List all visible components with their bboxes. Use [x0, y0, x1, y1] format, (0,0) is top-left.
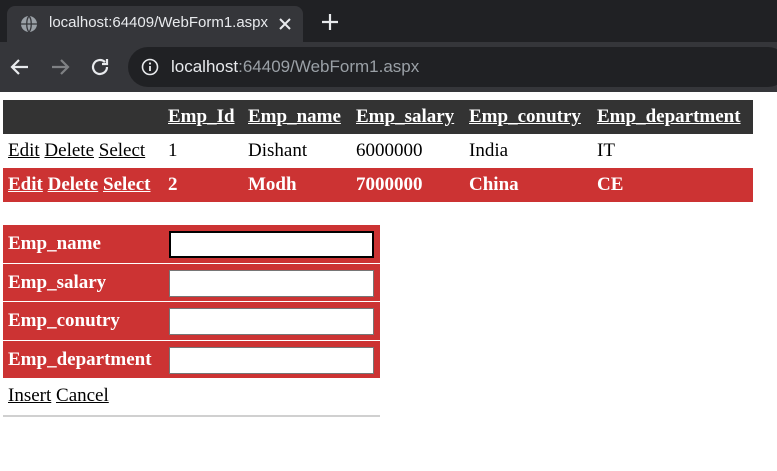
grid-header-row: Emp_Id Emp_name Emp_salary Emp_conutry E… — [3, 100, 753, 134]
tab-strip: localhost:64409/WebForm1.aspx — [0, 0, 777, 42]
form-row-emp-name: Emp_name — [3, 225, 380, 264]
grid-header-actions — [3, 100, 163, 134]
cell-emp-country: India — [469, 140, 509, 161]
browser-tab[interactable]: localhost:64409/WebForm1.aspx — [7, 6, 303, 42]
select-link[interactable]: Select — [103, 174, 150, 195]
form-actions: Insert Cancel — [3, 379, 380, 417]
header-emp-salary[interactable]: Emp_salary — [351, 100, 464, 134]
browser-toolbar: localhost:64409/WebForm1.aspx — [0, 42, 777, 92]
url-text: localhost:64409/WebForm1.aspx — [171, 47, 419, 87]
info-icon[interactable] — [141, 58, 159, 76]
cell-emp-id: 1 — [168, 140, 178, 161]
globe-icon — [21, 15, 37, 33]
cell-emp-id: 2 — [168, 174, 178, 195]
delete-link[interactable]: Delete — [44, 140, 94, 161]
emp-country-label: Emp_conutry — [8, 310, 120, 331]
plus-icon[interactable] — [320, 12, 340, 32]
cell-emp-salary: 7000000 — [356, 174, 423, 195]
edit-link[interactable]: Edit — [8, 140, 40, 161]
insert-link[interactable]: Insert — [8, 385, 51, 406]
delete-link[interactable]: Delete — [48, 174, 99, 195]
cell-emp-name: Modh — [248, 174, 297, 195]
url-path: :64409/WebForm1.aspx — [238, 57, 420, 76]
row-actions: Edit Delete Select — [3, 168, 163, 202]
emp-name-label: Emp_name — [8, 233, 101, 254]
table-row-selected: Edit Delete Select 2 Modh 7000000 China … — [3, 168, 753, 202]
cancel-link[interactable]: Cancel — [56, 385, 109, 406]
header-emp-country[interactable]: Emp_conutry — [464, 100, 592, 134]
row-actions: Edit Delete Select — [3, 134, 163, 168]
emp-department-label: Emp_department — [8, 348, 152, 370]
emp-country-input[interactable] — [169, 308, 374, 335]
emp-department-input[interactable] — [169, 346, 374, 374]
header-emp-id[interactable]: Emp_Id — [163, 100, 243, 134]
cell-emp-salary: 6000000 — [356, 140, 423, 161]
url-host: localhost — [171, 57, 239, 76]
table-row: Edit Delete Select 1 Dishant 6000000 Ind… — [3, 134, 753, 168]
forward-arrow-icon[interactable] — [48, 55, 72, 79]
header-emp-name[interactable]: Emp_name — [243, 100, 351, 134]
page-content: Emp_Id Emp_name Emp_salary Emp_conutry E… — [3, 100, 753, 417]
back-arrow-icon[interactable] — [8, 55, 32, 79]
address-bar[interactable]: localhost:64409/WebForm1.aspx — [128, 47, 777, 87]
cell-emp-name: Dishant — [248, 140, 308, 161]
emp-salary-input[interactable] — [169, 269, 374, 297]
cell-emp-country: China — [469, 174, 519, 195]
emp-name-input[interactable] — [169, 231, 374, 258]
form-row-emp-department: Emp_department — [3, 340, 380, 379]
select-link[interactable]: Select — [99, 140, 145, 161]
edit-link[interactable]: Edit — [8, 174, 43, 195]
close-icon[interactable] — [277, 16, 293, 32]
form-row-emp-country: Emp_conutry — [3, 302, 380, 341]
insert-form: Emp_name Emp_salary Emp_conutry Emp_depa… — [3, 225, 380, 417]
cell-emp-department: IT — [597, 140, 615, 161]
form-row-emp-salary: Emp_salary — [3, 263, 380, 302]
employee-grid: Emp_Id Emp_name Emp_salary Emp_conutry E… — [3, 100, 753, 202]
header-emp-department[interactable]: Emp_department — [592, 100, 753, 134]
tab-title: localhost:64409/WebForm1.aspx — [49, 14, 269, 31]
cell-emp-department: CE — [597, 174, 624, 195]
reload-icon[interactable] — [88, 55, 112, 79]
emp-salary-label: Emp_salary — [8, 271, 107, 293]
